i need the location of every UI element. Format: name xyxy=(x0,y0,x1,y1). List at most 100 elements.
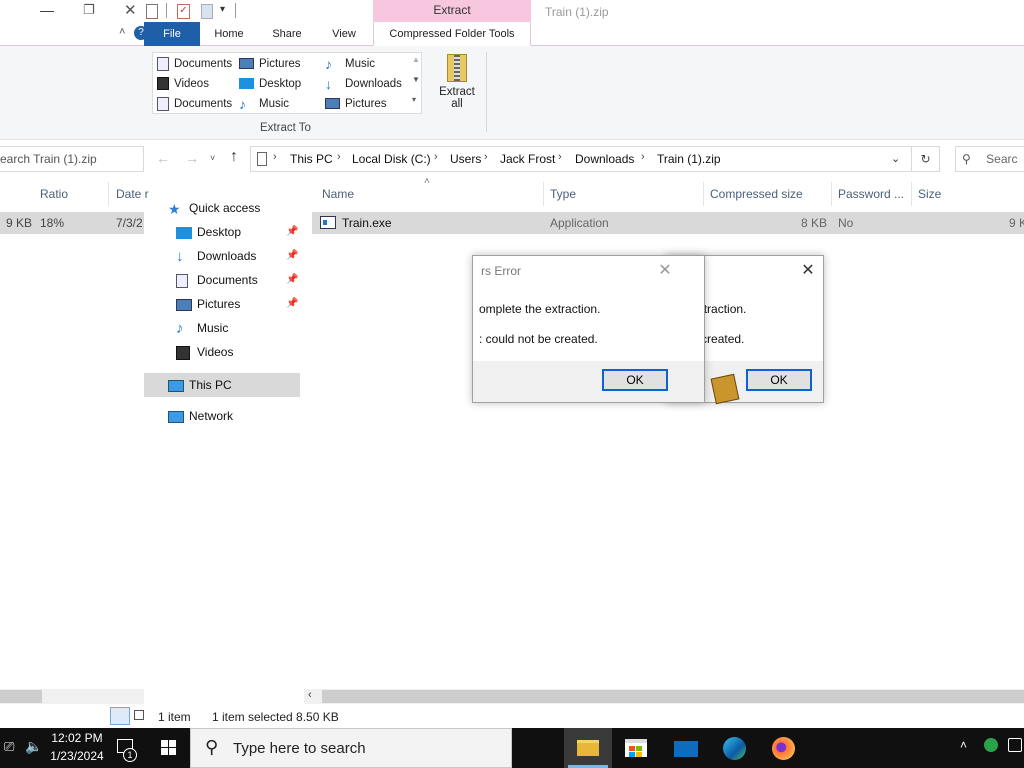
column-divider[interactable] xyxy=(703,182,704,206)
nav-videos[interactable]: Videos xyxy=(176,341,233,363)
recent-locations-chevron-icon[interactable]: ˅ xyxy=(210,153,215,163)
column-header-size[interactable]: Size xyxy=(918,187,941,201)
new-document-icon[interactable] xyxy=(146,4,158,19)
extract-to-desktop[interactable]: Desktop xyxy=(239,74,301,94)
scrollbar-thumb[interactable] xyxy=(0,690,42,703)
large-icons-view-icon[interactable] xyxy=(134,710,144,720)
breadcrumb-downloads[interactable]: Downloads xyxy=(575,152,634,166)
nav-music[interactable]: ♪ Music xyxy=(176,317,228,339)
nav-documents[interactable]: Documents xyxy=(176,269,258,291)
collapse-ribbon-chevron-icon[interactable]: ˄ xyxy=(119,26,125,38)
column-divider[interactable] xyxy=(108,182,109,206)
start-button[interactable] xyxy=(150,728,188,768)
tab-home[interactable]: Home xyxy=(205,22,253,46)
column-header-type[interactable]: Type xyxy=(550,187,576,201)
properties-icon[interactable]: ✓ xyxy=(177,4,190,19)
back-arrow-icon[interactable]: ← xyxy=(156,150,170,166)
left-pane-row[interactable]: 9 KB 18% 7/3/2 xyxy=(0,212,144,234)
address-bar[interactable]: › This PC › Local Disk (C:) › Users › Ja… xyxy=(250,146,912,172)
file-row[interactable]: Train.exe Application 8 KB No 9 K xyxy=(312,212,1024,234)
breadcrumb-this-pc[interactable]: This PC xyxy=(290,152,333,166)
taskbar-mail[interactable] xyxy=(662,728,710,768)
nav-desktop[interactable]: Desktop xyxy=(176,221,241,243)
breadcrumb-chevron-icon[interactable]: › xyxy=(484,151,488,163)
app-icon xyxy=(710,373,740,405)
nav-pictures[interactable]: Pictures xyxy=(176,293,240,315)
close-icon[interactable]: ✕ xyxy=(796,260,820,284)
tab-share[interactable]: Share xyxy=(263,22,311,46)
scroll-left-arrow-icon[interactable]: ‹ xyxy=(308,689,312,701)
breadcrumb-chevron-icon[interactable]: › xyxy=(641,151,645,163)
ok-button[interactable]: OK xyxy=(746,369,812,391)
user-status-icon[interactable] xyxy=(984,738,998,752)
taskbar-file-explorer[interactable] xyxy=(564,728,612,768)
breadcrumb-jack-frost[interactable]: Jack Frost xyxy=(500,152,555,166)
taskbar-edge[interactable] xyxy=(711,728,759,768)
tab-view[interactable]: View xyxy=(320,22,368,46)
nav-network[interactable]: Network xyxy=(168,405,233,427)
extract-to-videos[interactable]: Videos xyxy=(157,74,209,94)
downloads-icon: ↓ xyxy=(176,247,184,265)
taskbar-search-box[interactable]: ⚲ Type here to search xyxy=(190,728,512,768)
gallery-scroll-down-icon[interactable]: ▼ xyxy=(412,75,420,84)
column-divider[interactable] xyxy=(911,182,912,206)
refresh-button[interactable]: ↻ xyxy=(912,146,940,172)
breadcrumb-local-disk[interactable]: Local Disk (C:) xyxy=(352,152,431,166)
pin-icon[interactable]: 📌 xyxy=(286,274,298,285)
network-tray-icon[interactable]: ⎚ xyxy=(4,739,14,755)
volume-icon[interactable]: 🔈 xyxy=(25,738,42,755)
breadcrumb-train-zip[interactable]: Train (1).zip xyxy=(657,152,721,166)
pin-icon[interactable]: 📌 xyxy=(286,298,298,309)
column-header-password[interactable]: Password ... xyxy=(838,187,904,201)
search-icon: ⚲ xyxy=(205,737,219,757)
clock-time[interactable]: 12:02 PM xyxy=(48,731,106,745)
nav-this-pc[interactable]: This PC xyxy=(168,374,232,396)
taskbar-store[interactable] xyxy=(612,728,660,768)
extract-to-pictures-2[interactable]: Pictures xyxy=(325,94,387,114)
column-header-compressed-size[interactable]: Compressed size xyxy=(710,187,803,201)
customize-toolbar-chevron-icon[interactable]: ▾ xyxy=(220,4,225,15)
search-box[interactable]: ⚲ Searc xyxy=(955,146,1024,172)
pin-icon[interactable]: 📌 xyxy=(286,226,298,237)
tab-file[interactable]: File xyxy=(144,22,200,46)
close-icon[interactable]: ✕ xyxy=(653,260,677,284)
minimize-button[interactable]: — xyxy=(40,2,54,18)
search-box-fragment[interactable]: earch Train (1).zip xyxy=(0,146,144,172)
new-folder-icon[interactable] xyxy=(201,4,213,19)
extract-all-button[interactable]: Extract all xyxy=(436,54,478,124)
column-header-name[interactable]: Name xyxy=(322,187,354,201)
taskbar-firefox[interactable] xyxy=(760,728,808,768)
extract-to-documents[interactable]: Documents xyxy=(157,54,232,74)
extract-to-pictures[interactable]: Pictures xyxy=(239,54,301,74)
restore-button[interactable]: ❐ xyxy=(83,2,95,18)
breadcrumb-chevron-icon[interactable]: › xyxy=(273,151,277,163)
tab-compressed-folder-tools[interactable]: Compressed Folder Tools xyxy=(373,22,531,46)
pin-icon[interactable]: 📌 xyxy=(286,250,298,261)
breadcrumb-chevron-icon[interactable]: › xyxy=(434,151,438,163)
close-window-button[interactable]: ✕ xyxy=(124,1,137,19)
extract-to-music-2[interactable]: ♪ Music xyxy=(325,54,375,74)
gallery-scroll-up-icon[interactable]: ▲ xyxy=(412,55,420,64)
extract-to-documents-2[interactable]: Documents xyxy=(157,94,232,114)
column-header-ratio[interactable]: Ratio xyxy=(40,187,68,201)
clock-date[interactable]: 1/23/2024 xyxy=(48,749,106,763)
gallery-expand-icon[interactable]: ▾ xyxy=(412,95,416,104)
address-dropdown-chevron-icon[interactable]: ⌄ xyxy=(891,152,900,165)
breadcrumb-chevron-icon[interactable]: › xyxy=(558,151,562,163)
search-icon: ⚲ xyxy=(962,152,971,166)
up-arrow-icon[interactable]: ↑ xyxy=(230,148,238,166)
nav-quick-access[interactable]: ★ Quick access xyxy=(168,197,260,219)
forward-arrow-icon[interactable]: → xyxy=(185,150,199,166)
nav-downloads[interactable]: ↓ Downloads xyxy=(176,245,256,267)
column-divider[interactable] xyxy=(831,182,832,206)
details-view-icon[interactable] xyxy=(110,707,130,725)
breadcrumb-users[interactable]: Users xyxy=(450,152,481,166)
extract-to-music[interactable]: ♪ Music xyxy=(239,94,289,114)
column-divider[interactable] xyxy=(543,182,544,206)
scrollbar-thumb[interactable] xyxy=(322,690,1024,703)
tray-device-icon[interactable] xyxy=(1008,738,1022,752)
extract-to-downloads[interactable]: ↓ Downloads xyxy=(325,74,402,94)
ok-button[interactable]: OK xyxy=(602,369,668,391)
show-hidden-icons-chevron-icon[interactable]: ˄ xyxy=(960,738,967,752)
breadcrumb-chevron-icon[interactable]: › xyxy=(337,151,341,163)
